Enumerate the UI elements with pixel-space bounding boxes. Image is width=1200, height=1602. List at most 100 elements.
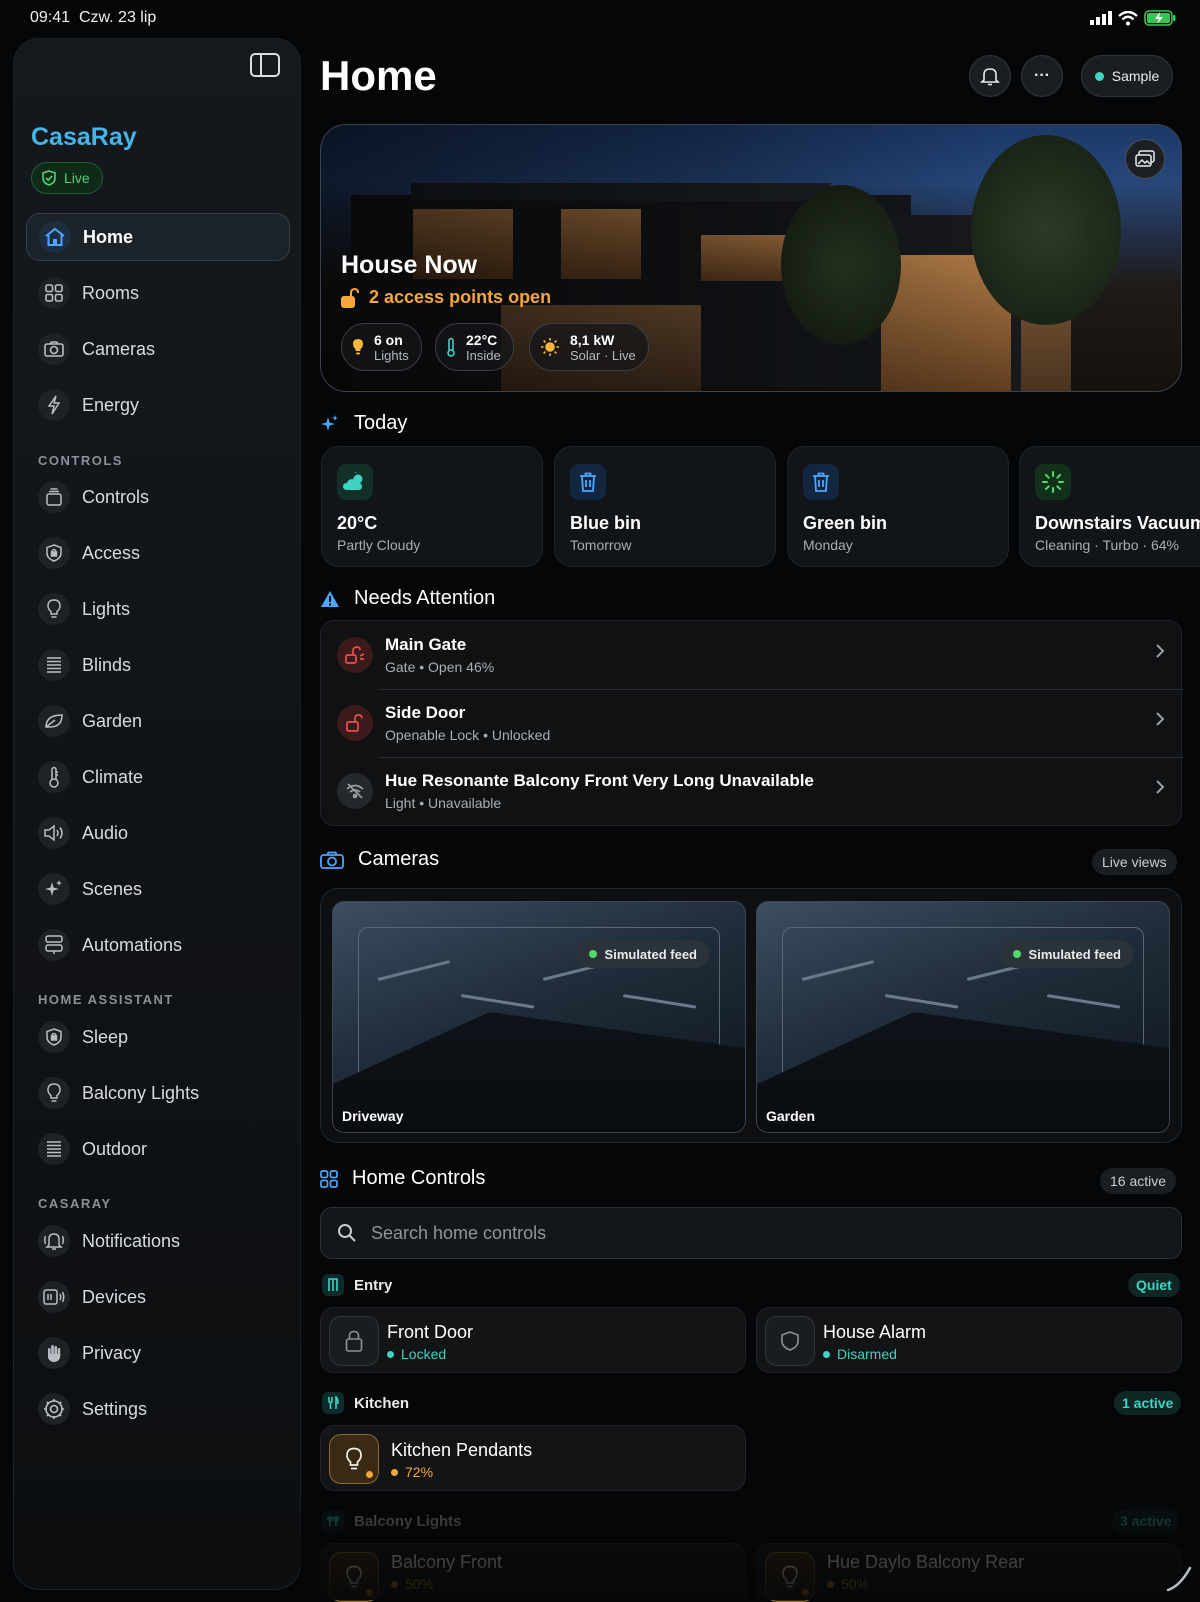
vacuum-card[interactable]: Downstairs Vacuum Cleaning · Turbo · 64%: [1019, 446, 1200, 567]
house-now-card[interactable]: House Now 2 access points open 6 on Light…: [320, 124, 1182, 392]
attention-row-main-gate[interactable]: Main Gate Gate • Open 46%: [321, 621, 1183, 689]
group-balcony-lights: Balcony Lights: [322, 1510, 462, 1532]
control-house-alarm[interactable]: House Alarm Disarmed: [756, 1307, 1182, 1373]
search-controls-field[interactable]: Search home controls: [320, 1207, 1182, 1259]
nav-rooms[interactable]: Rooms: [26, 269, 290, 317]
chip-value: 6 on: [374, 331, 403, 348]
lock-icon: [329, 1316, 379, 1366]
nav-controls[interactable]: Controls: [26, 473, 290, 521]
row-subtitle: Light • Unavailable: [385, 795, 502, 811]
camera-grid: Simulated feed Driveway Simulated feed G…: [320, 888, 1182, 1143]
control-name: Balcony Front: [391, 1552, 503, 1572]
green-bin-card[interactable]: Green bin Monday: [787, 446, 1009, 567]
camera-tile-driveway[interactable]: Simulated feed Driveway: [332, 901, 746, 1133]
card-subtitle: Tomorrow: [570, 537, 632, 553]
control-front-door[interactable]: Front Door Locked: [320, 1307, 746, 1373]
lights-chip[interactable]: 6 on Lights: [341, 323, 422, 371]
nav-blinds[interactable]: Blinds: [26, 641, 290, 689]
nav-sleep[interactable]: Sleep: [26, 1013, 290, 1061]
nav-cameras[interactable]: Cameras: [26, 325, 290, 373]
group-badge: Quiet: [1128, 1273, 1180, 1297]
on-indicator: [366, 1589, 373, 1596]
leaf-icon: [38, 705, 70, 737]
control-state: 50%: [391, 1576, 433, 1592]
spinner-icon: [1035, 464, 1071, 500]
nav-label: Rooms: [82, 282, 140, 303]
camera-name: Driveway: [342, 1108, 404, 1124]
sidebar-toggle-icon[interactable]: [250, 53, 280, 77]
battery-charging-icon: [1144, 10, 1176, 26]
grid-icon: [320, 1169, 338, 1188]
solar-chip[interactable]: 8,1 kW Solar · Live: [529, 323, 649, 371]
weather-card[interactable]: 20°C Partly Cloudy: [321, 446, 543, 567]
control-hue-daylo-balcony-rear[interactable]: Hue Daylo Balcony Rear 50%: [756, 1543, 1182, 1602]
camera-icon: [320, 851, 344, 869]
thermometer-icon: [38, 761, 70, 793]
nav-home[interactable]: Home: [26, 213, 290, 261]
control-kitchen-pendants[interactable]: Kitchen Pendants 72%: [320, 1425, 746, 1491]
bulb-pair-icon: [322, 1510, 344, 1532]
attention-list: Main Gate Gate • Open 46% Side Door Open…: [320, 620, 1183, 826]
blue-bin-card[interactable]: Blue bin Tomorrow: [554, 446, 776, 567]
sample-label: Sample: [1111, 68, 1160, 84]
nav-lights[interactable]: Lights: [26, 585, 290, 633]
on-indicator: [366, 1471, 373, 1478]
stack-icon: [38, 481, 70, 513]
control-state: 50%: [827, 1576, 869, 1592]
nav-scenes[interactable]: Scenes: [26, 865, 290, 913]
nav-access[interactable]: Access: [26, 529, 290, 577]
chevron-right-icon: [1156, 780, 1165, 794]
nav-label: Blinds: [82, 654, 132, 675]
sample-toggle[interactable]: Sample: [1081, 55, 1173, 97]
camera-tile-garden[interactable]: Simulated feed Garden: [756, 901, 1170, 1133]
signal-icon: [1090, 11, 1112, 25]
group-badge: 1 active: [1114, 1391, 1182, 1415]
blinds-icon: [38, 649, 70, 681]
more-button[interactable]: ···: [1021, 55, 1063, 97]
trash-icon: [803, 464, 839, 500]
nav-outdoor[interactable]: Outdoor: [26, 1125, 290, 1173]
resize-handle-icon[interactable]: [1166, 1566, 1192, 1592]
chevron-right-icon: [1156, 644, 1165, 658]
sparkles-icon: [38, 873, 70, 905]
nav-audio[interactable]: Audio: [26, 809, 290, 857]
nav-label: Controls: [82, 486, 150, 507]
live-views-badge[interactable]: Live views: [1092, 849, 1177, 875]
nav-automations[interactable]: Automations: [26, 921, 290, 969]
bulb-icon: [329, 1552, 379, 1602]
inside-temp-chip[interactable]: 22°C Inside: [435, 323, 514, 371]
search-icon: [338, 1224, 356, 1242]
control-name: Kitchen Pendants: [391, 1440, 533, 1460]
nav-energy[interactable]: Energy: [26, 381, 290, 429]
access-alert[interactable]: 2 access points open: [341, 287, 551, 308]
nav-climate[interactable]: Climate: [26, 753, 290, 801]
attention-heading: Needs Attention: [320, 587, 495, 610]
more-icon: ···: [1034, 67, 1050, 84]
nav-privacy[interactable]: Privacy: [26, 1329, 290, 1377]
nav-notifications[interactable]: Notifications: [26, 1217, 290, 1265]
utensils-icon: [322, 1392, 344, 1414]
chevron-right-icon: [1156, 712, 1165, 726]
bulb-icon: [765, 1552, 815, 1602]
group-entry: Entry: [322, 1274, 392, 1296]
nav-settings[interactable]: Settings: [26, 1385, 290, 1433]
nav-devices[interactable]: Devices: [26, 1273, 290, 1321]
control-balcony-front[interactable]: Balcony Front 50%: [320, 1543, 746, 1602]
page-title: Home: [320, 52, 437, 99]
wifi-icon: [1118, 10, 1138, 25]
attention-row-hue-balcony[interactable]: Hue Resonante Balcony Front Very Long Un…: [321, 757, 1183, 825]
nav-garden[interactable]: Garden: [26, 697, 290, 745]
nav-label: Home: [83, 226, 134, 247]
sun-icon: [541, 338, 559, 356]
nav-label: Outdoor: [82, 1138, 148, 1159]
nav-label: Settings: [82, 1398, 148, 1419]
section-title-casaray: CASARAY: [38, 1196, 112, 1211]
nav-label: Balcony Lights: [82, 1082, 200, 1103]
attention-row-side-door[interactable]: Side Door Openable Lock • Unlocked: [321, 689, 1183, 757]
card-title: 20°C: [337, 513, 378, 533]
today-heading: Today: [320, 412, 407, 435]
notifications-button[interactable]: [969, 55, 1011, 97]
nav-balcony-lights[interactable]: Balcony Lights: [26, 1069, 290, 1117]
change-photo-button[interactable]: [1125, 139, 1165, 179]
search-input[interactable]: Search home controls: [371, 1223, 546, 1244]
